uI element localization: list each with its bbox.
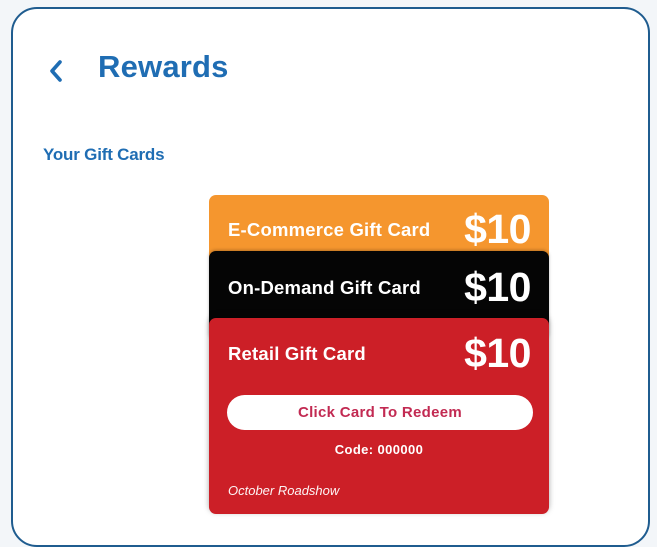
gift-card-event-name: October Roadshow [228,483,340,498]
gift-card-amount: $10 [464,206,531,252]
app-frame: Rewards Your Gift Cards E-Commerce Gift … [11,7,650,547]
back-button[interactable] [41,53,71,89]
gift-card-retail[interactable]: Retail Gift Card $10 Click Card To Redee… [209,318,549,514]
redeem-button[interactable]: Click Card To Redeem [227,395,533,430]
page-title: Rewards [98,49,229,84]
gift-card-amount: $10 [464,264,531,310]
gift-card-code: Code: 000000 [334,442,424,457]
gift-card-name: E-Commerce Gift Card [228,219,431,240]
gift-card-name: On-Demand Gift Card [228,277,421,298]
chevron-left-icon [50,60,62,82]
gift-card-name: Retail Gift Card [228,343,366,364]
gift-card-amount: $10 [464,330,531,376]
section-title: Your Gift Cards [43,145,165,164]
